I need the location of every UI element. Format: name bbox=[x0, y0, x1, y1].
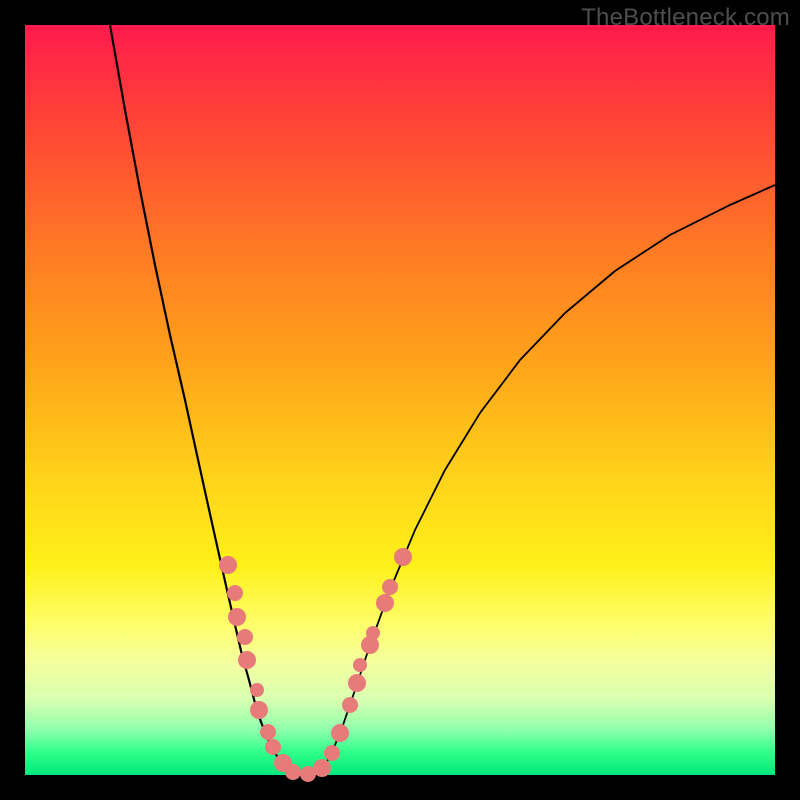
data-markers bbox=[219, 548, 412, 782]
data-marker bbox=[238, 651, 256, 669]
data-marker bbox=[394, 548, 412, 566]
data-marker bbox=[250, 701, 268, 719]
data-marker bbox=[382, 579, 398, 595]
data-marker bbox=[313, 759, 331, 777]
data-marker bbox=[265, 739, 281, 755]
curve-left-branch bbox=[110, 25, 283, 765]
chart-svg bbox=[25, 25, 775, 775]
data-marker bbox=[348, 674, 366, 692]
data-marker bbox=[331, 724, 349, 742]
watermark-text: TheBottleneck.com bbox=[581, 4, 790, 32]
data-marker bbox=[342, 697, 358, 713]
data-marker bbox=[219, 556, 237, 574]
chart-plot-area bbox=[25, 25, 775, 775]
data-marker bbox=[353, 658, 367, 672]
data-marker bbox=[285, 764, 301, 780]
data-marker bbox=[237, 629, 253, 645]
data-marker bbox=[324, 745, 340, 761]
chart-frame: TheBottleneck.com bbox=[0, 0, 800, 800]
data-marker bbox=[227, 585, 243, 601]
data-marker bbox=[376, 594, 394, 612]
data-marker bbox=[260, 724, 276, 740]
data-marker bbox=[366, 626, 380, 640]
data-marker bbox=[228, 608, 246, 626]
curve-right-branch bbox=[325, 185, 775, 765]
data-marker bbox=[250, 683, 264, 697]
